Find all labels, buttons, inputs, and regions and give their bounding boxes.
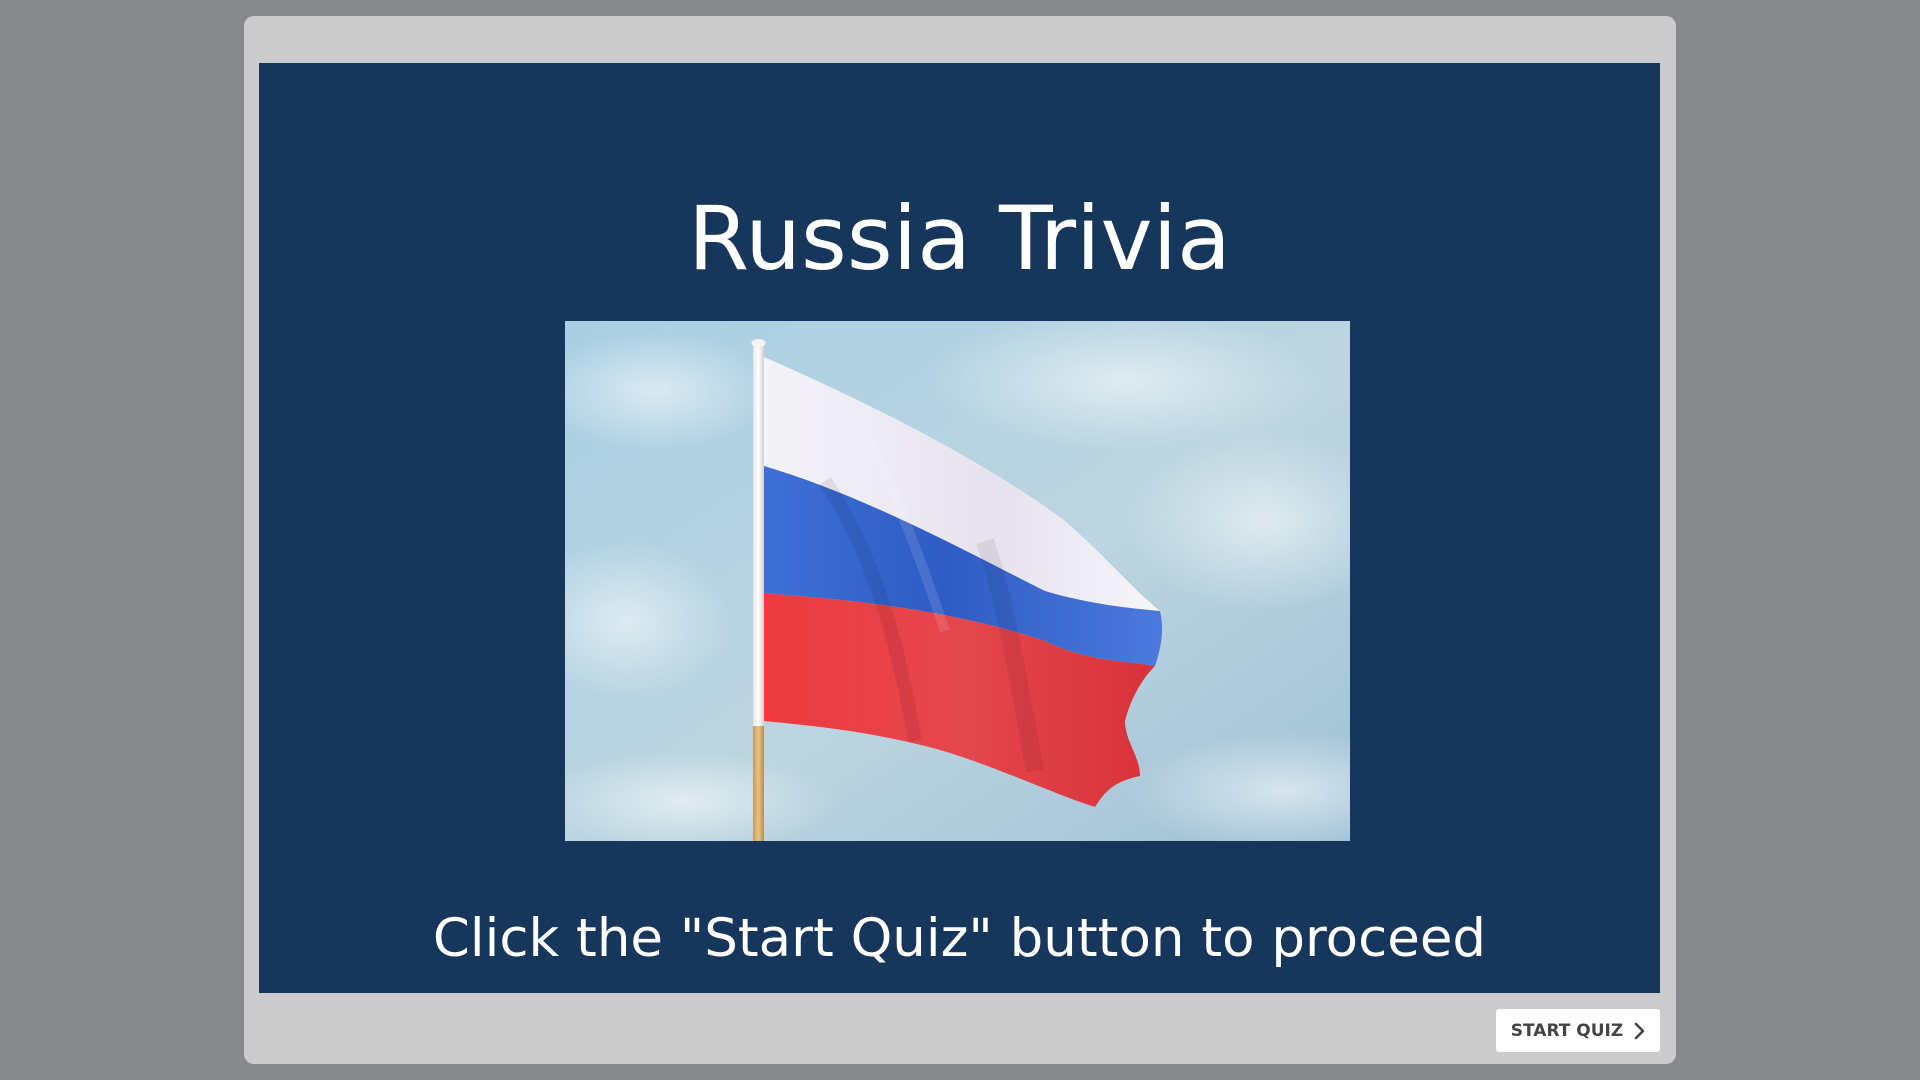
start-quiz-button[interactable]: START QUIZ xyxy=(1496,1009,1660,1052)
slide-title: Russia Trivia xyxy=(688,187,1231,290)
russian-flag-photo xyxy=(565,321,1350,841)
chevron-right-icon xyxy=(1634,1022,1645,1039)
start-instruction: Click the "Start Quiz" button to proceed xyxy=(432,908,1487,969)
quiz-player: Russia Trivia Click the "Start Quiz" but… xyxy=(244,16,1676,1064)
start-quiz-label: START QUIZ xyxy=(1510,1020,1624,1041)
title-slide: Russia Trivia Click the "Start Quiz" but… xyxy=(259,63,1660,993)
